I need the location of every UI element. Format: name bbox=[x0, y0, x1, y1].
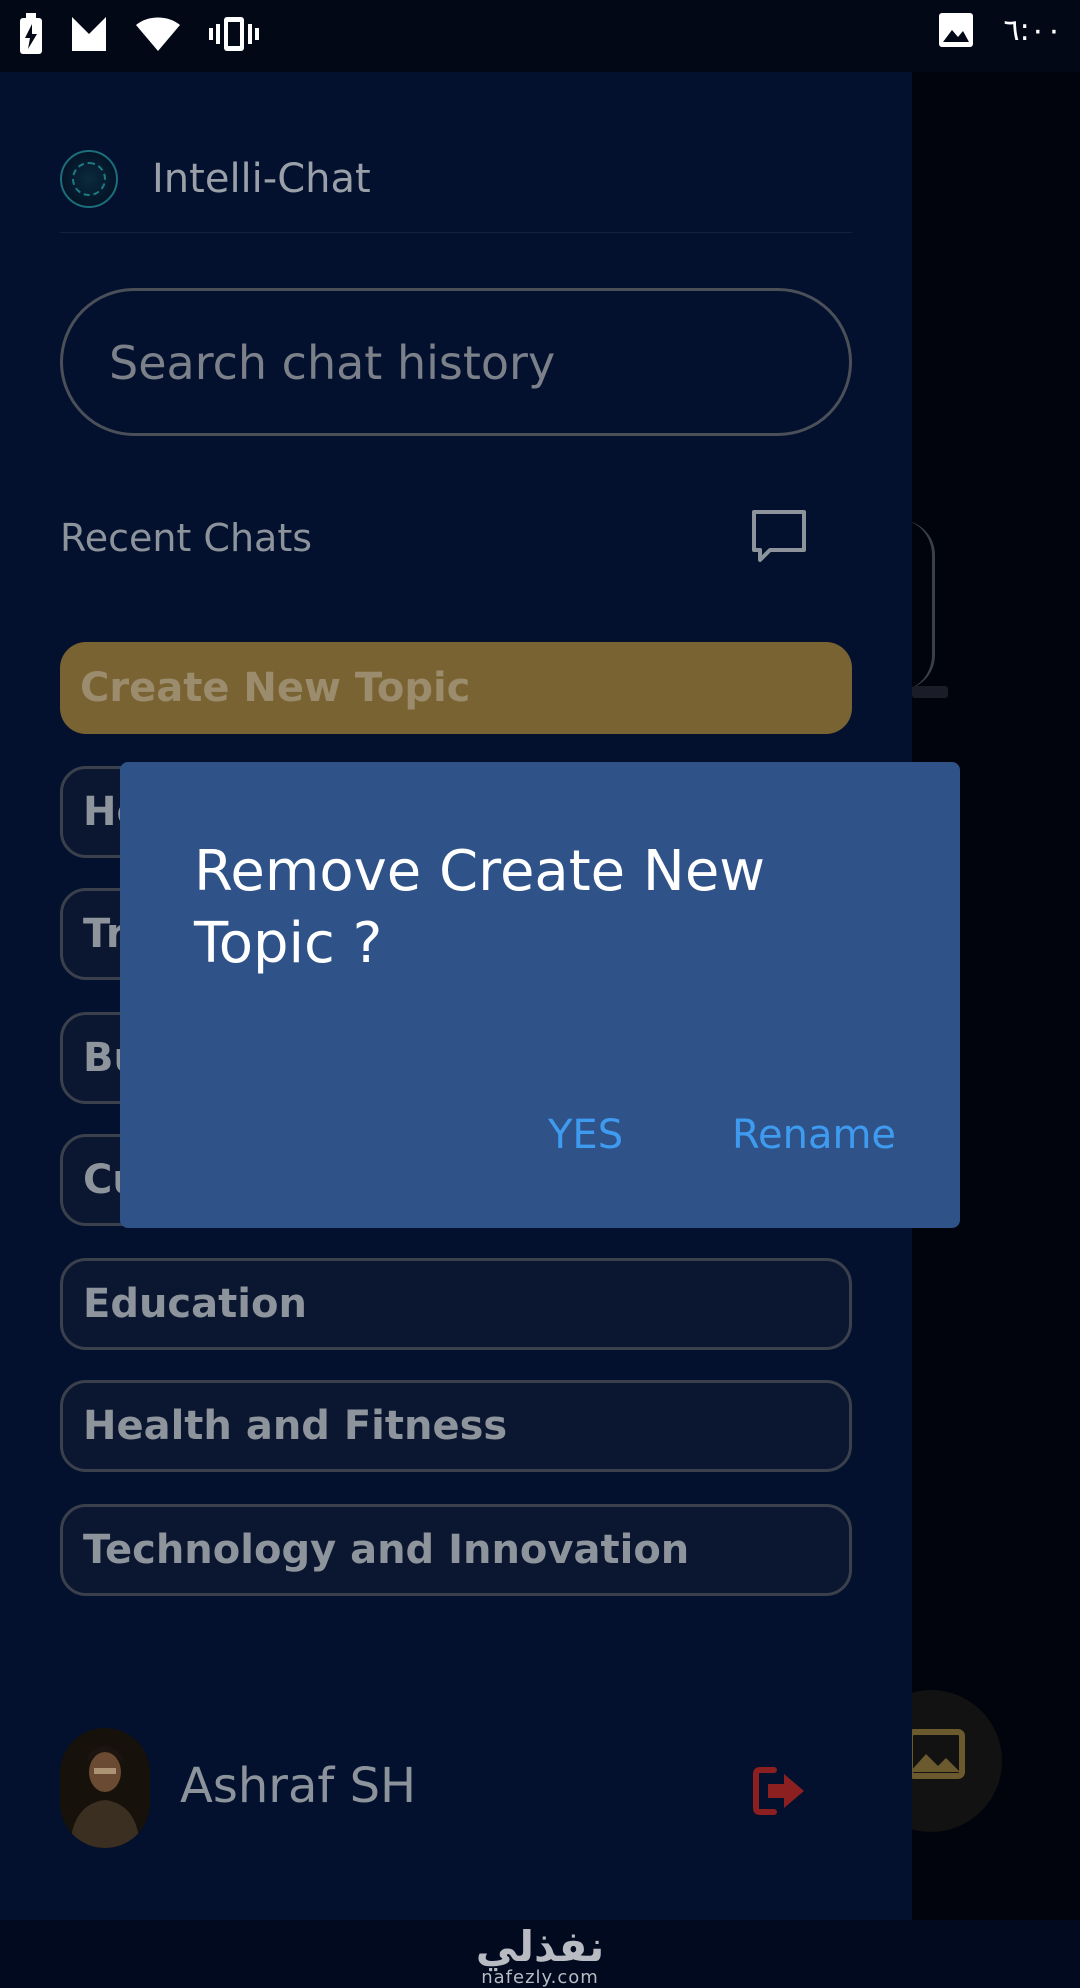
battery-charging-icon bbox=[20, 13, 42, 54]
topic-item-health-and-fitness[interactable]: Health and Fitness bbox=[60, 1380, 852, 1472]
app-logo-icon bbox=[60, 150, 118, 208]
search-field[interactable] bbox=[60, 288, 852, 436]
watermark: نفذلي nafezly.com bbox=[470, 1926, 610, 1988]
rename-button[interactable]: Rename bbox=[732, 1112, 896, 1158]
topic-item-create-new-topic[interactable]: Create New Topic bbox=[60, 642, 852, 734]
search-input[interactable] bbox=[107, 291, 809, 435]
status-time: ٦:٠٠ bbox=[1003, 12, 1062, 48]
logout-icon[interactable] bbox=[750, 1762, 808, 1820]
dialog-title: Remove Create New Topic ? bbox=[194, 839, 766, 976]
watermark-domain: nafezly.com bbox=[481, 1967, 599, 1988]
user-photo bbox=[60, 1728, 150, 1848]
topic-label: Technology and Innovation bbox=[83, 1527, 690, 1573]
recent-chats-label: Recent Chats bbox=[60, 516, 313, 560]
vibrate-icon bbox=[209, 17, 259, 51]
image-notification-icon bbox=[938, 13, 973, 47]
app-title: Intelli-Chat bbox=[152, 156, 371, 202]
topic-label: Create New Topic bbox=[80, 665, 471, 711]
avatar[interactable] bbox=[60, 1728, 150, 1848]
header-divider bbox=[60, 232, 852, 233]
remove-topic-dialog: Remove Create New Topic ? YES Rename bbox=[120, 762, 960, 1228]
topic-label: Education bbox=[83, 1281, 307, 1327]
new-chat-icon[interactable] bbox=[748, 506, 810, 568]
main-decoration-stand bbox=[912, 686, 948, 698]
user-name: Ashraf SH bbox=[180, 1758, 417, 1814]
watermark-arabic: نفذلي bbox=[475, 1922, 605, 1971]
topic-label: Health and Fitness bbox=[83, 1403, 508, 1449]
topic-item-technology-and-innovation[interactable]: Technology and Innovation bbox=[60, 1504, 852, 1596]
wifi-icon bbox=[136, 17, 180, 51]
cellular-signal-icon bbox=[72, 17, 106, 51]
yes-button[interactable]: YES bbox=[548, 1112, 623, 1158]
topic-item-education[interactable]: Education bbox=[60, 1258, 852, 1350]
status-bar: ٦:٠٠ bbox=[0, 0, 1080, 72]
